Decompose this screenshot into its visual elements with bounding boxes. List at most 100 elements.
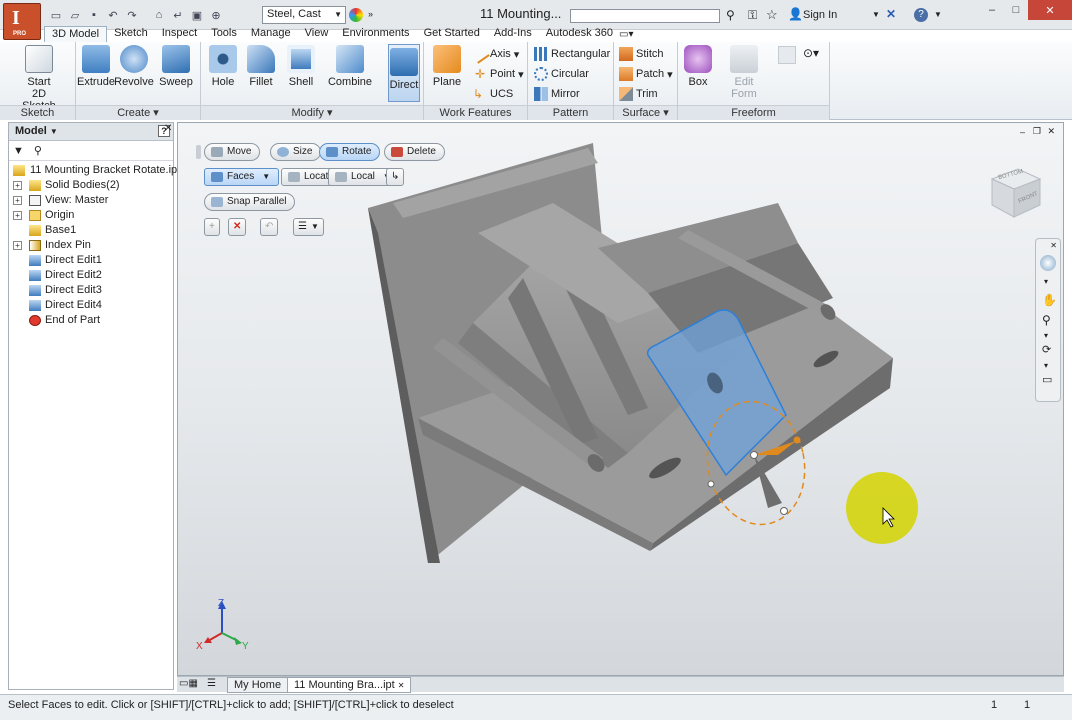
tree-node-direct-edit2[interactable]: Direct Edit2 [9, 268, 173, 283]
ribbon-dropdown-icon[interactable]: ⊙▾ [803, 46, 819, 60]
rotate-button[interactable]: Rotate [319, 143, 381, 161]
tree-node-origin[interactable]: + Origin [9, 208, 173, 223]
favorites-icon[interactable]: ☆ [766, 7, 778, 23]
exchange-icon[interactable]: ✕ [886, 7, 896, 21]
stitch-button[interactable]: Stitch [619, 46, 664, 62]
close-button[interactable]: ✕ [1028, 0, 1072, 20]
ribbon-options-icon[interactable]: ▭▾ [619, 29, 633, 40]
tree-node-part[interactable]: 11 Mounting Bracket Rotate.ipt [9, 163, 180, 178]
tree-node-index-pin[interactable]: + Index Pin [9, 238, 173, 253]
maximize-button[interactable]: □ [1004, 0, 1028, 20]
pan-icon[interactable]: ✋ [1042, 293, 1057, 307]
minimize-button[interactable]: – [980, 0, 1004, 20]
tree-node-direct-edit3[interactable]: Direct Edit3 [9, 283, 173, 298]
new-icon[interactable]: ▭ [48, 7, 64, 23]
material-dropdown[interactable]: Steel, Cast ▼ [262, 6, 346, 24]
freeform-options-icon[interactable] [778, 46, 796, 64]
tab-inspect[interactable]: Inspect [155, 26, 204, 42]
binoculars-icon[interactable]: ⚲ [726, 8, 735, 22]
tab-get-started[interactable]: Get Started [417, 26, 487, 42]
circular-pattern-button[interactable]: Circular [534, 66, 589, 82]
triad-only-button[interactable]: ↳ [386, 168, 405, 186]
find-icon[interactable]: ⚲ [34, 144, 42, 157]
hole-button[interactable]: Hole [203, 45, 243, 88]
trim-button[interactable]: Trim [619, 86, 658, 102]
expand-icon[interactable]: + [13, 241, 22, 250]
tab-menu-icon[interactable]: ☰ [207, 678, 216, 689]
shell-button[interactable]: Shell [281, 45, 321, 88]
chevron-down-icon[interactable]: ▾ [1044, 277, 1048, 286]
snap-parallel-button[interactable]: Snap Parallel [204, 193, 296, 211]
application-menu-button[interactable]: I PRO [3, 3, 41, 40]
tab-3d-model[interactable]: 3D Model [44, 26, 108, 42]
options-dropdown[interactable]: ☰ ▼ [293, 218, 324, 236]
save-icon[interactable]: ▪ [86, 7, 102, 23]
mirror-button[interactable]: Mirror [534, 86, 580, 102]
rectangular-pattern-button[interactable]: Rectangular [534, 46, 610, 62]
expand-icon[interactable]: + [13, 181, 22, 190]
redo-icon[interactable]: ↷ [124, 7, 140, 23]
tab-view[interactable]: View [298, 26, 336, 42]
move-button[interactable]: Move [204, 143, 261, 161]
expand-icon[interactable]: + [13, 211, 22, 220]
select-icon[interactable]: ⊕ [208, 7, 224, 23]
chevron-down-icon[interactable]: ▼ [934, 10, 942, 19]
browser-close-icon[interactable]: ✕ [164, 123, 172, 134]
direct-button[interactable]: Direct [388, 44, 420, 102]
orbit-icon[interactable]: ⟳ [1042, 343, 1051, 356]
ucs-button[interactable]: ↳ UCS [473, 86, 513, 102]
undo-edit-button[interactable]: ↶ [260, 218, 279, 236]
fillet-button[interactable]: Fillet [241, 45, 281, 88]
chevron-down-icon[interactable]: ▼ [872, 10, 880, 19]
browser-title[interactable]: Model [15, 125, 47, 137]
undo-icon[interactable]: ↶ [105, 7, 121, 23]
edit-form-button[interactable]: Edit Form [724, 45, 764, 100]
delete-button[interactable]: Delete [384, 143, 445, 161]
combine-button[interactable]: Combine [327, 45, 373, 88]
help-icon[interactable]: ? [914, 8, 928, 22]
expand-icon[interactable]: + [13, 196, 22, 205]
tab-autodesk-360[interactable]: Autodesk 360 [539, 26, 620, 42]
plane-button[interactable]: Plane [427, 45, 467, 88]
appearance-icon[interactable] [349, 8, 363, 22]
faces-dropdown[interactable]: Faces ▼ [204, 168, 280, 186]
size-button[interactable]: Size [270, 143, 322, 161]
subscription-icon[interactable]: ⚿ [748, 8, 757, 23]
open-icon[interactable]: ▱ [67, 7, 83, 23]
graphics-viewport[interactable]: – ❐ ✕ Move Size Rotate Delete Faces ▼ Lo… [177, 122, 1064, 676]
extrude-button[interactable]: Extrude [76, 45, 116, 88]
tab-add-ins[interactable]: Add-Ins [487, 26, 539, 42]
close-icon[interactable]: ✕ [1050, 241, 1057, 250]
more-icon[interactable]: » [368, 9, 373, 19]
projects-icon[interactable]: ▣ [189, 7, 205, 23]
chevron-down-icon[interactable]: ▾ [1044, 361, 1048, 370]
tree-node-base1[interactable]: Base1 [9, 223, 173, 238]
tree-node-direct-edit1[interactable]: Direct Edit1 [9, 253, 173, 268]
tab-environments[interactable]: Environments [335, 26, 416, 42]
home-icon[interactable]: ⌂ [151, 7, 167, 23]
chevron-down-icon[interactable]: ▼ [50, 127, 58, 136]
close-icon[interactable]: ✕ [398, 681, 405, 690]
mini-toolbar-grip[interactable] [196, 145, 201, 159]
tree-node-end-of-part[interactable]: End of Part [9, 313, 173, 328]
search-input[interactable] [570, 9, 720, 23]
tree-node-view[interactable]: + View: Master [9, 193, 173, 208]
tab-manage[interactable]: Manage [244, 26, 298, 42]
zoom-icon[interactable]: ⚲ [1042, 313, 1051, 327]
sweep-button[interactable]: Sweep [156, 45, 196, 88]
sign-in-link[interactable]: Sign In [803, 9, 837, 21]
tree-node-solid-bodies[interactable]: + Solid Bodies(2) [9, 178, 173, 193]
return-icon[interactable]: ↵ [170, 7, 186, 23]
tile-windows-icon[interactable]: ▭▦ [179, 678, 198, 689]
tab-sketch[interactable]: Sketch [107, 26, 155, 42]
box-button[interactable]: Box [678, 45, 718, 88]
start-sketch-button[interactable]: Start 2D Sketch [14, 45, 64, 112]
steering-wheel-icon[interactable] [1040, 255, 1056, 271]
look-at-icon[interactable]: ▭ [1042, 373, 1052, 386]
patch-button[interactable]: Patch ▾ [619, 66, 673, 82]
revolve-button[interactable]: Revolve [114, 45, 154, 88]
apply-button[interactable]: + [204, 218, 220, 236]
tab-document[interactable]: 11 Mounting Bra...ipt ✕ [287, 677, 412, 693]
cancel-button[interactable]: ✕ [228, 218, 247, 236]
axis-button[interactable]: Axis ▾ [470, 44, 519, 64]
